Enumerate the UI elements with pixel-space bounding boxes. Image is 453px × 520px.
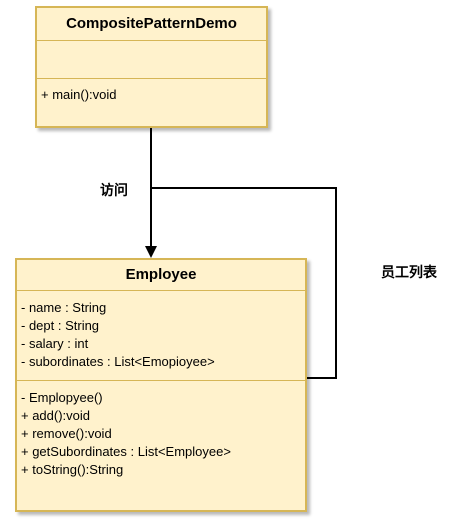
operation: - Emplopyee() xyxy=(21,390,103,405)
arrowhead xyxy=(145,246,157,258)
attributes-section xyxy=(37,41,266,79)
attribute: - subordinates : List<Emopioyee> xyxy=(21,354,215,369)
class-name: CompositePatternDemo xyxy=(37,8,266,41)
attribute: - dept : String xyxy=(21,318,100,333)
operation: + toString():String xyxy=(21,462,124,477)
operation: + remove():void xyxy=(21,426,112,441)
attributes-section: - name : String - dept : String - salary… xyxy=(17,291,305,381)
class-composite-pattern-demo[interactable]: CompositePatternDemo + main():void xyxy=(35,6,268,128)
operation: + getSubordinates : List<Employee> xyxy=(21,444,231,459)
attribute: - salary : int xyxy=(21,336,89,351)
attribute: - name : String xyxy=(21,300,107,315)
operation: + main():void xyxy=(41,87,117,102)
class-employee[interactable]: Employee - name : String - dept : String… xyxy=(15,258,307,512)
edge-label-visit: 访问 xyxy=(100,182,128,198)
operation: + add():void xyxy=(21,408,91,423)
operations-section: + main():void xyxy=(37,79,266,104)
class-name: Employee xyxy=(17,260,305,291)
edge-label-employee-list: 员工列表 xyxy=(381,264,437,280)
operations-section: - Emplopyee() + add():void + remove():vo… xyxy=(17,381,305,479)
